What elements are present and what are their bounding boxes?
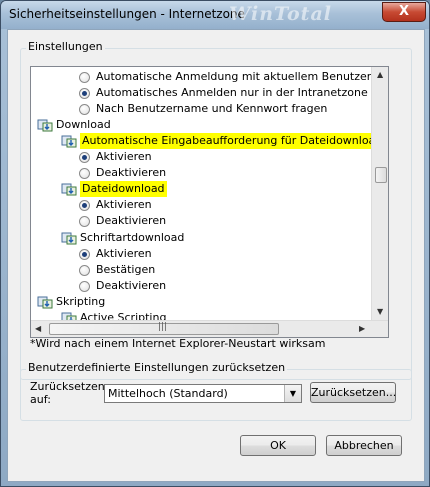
radio-label: Aktivieren bbox=[96, 150, 152, 164]
radio-label: Automatische Anmeldung mit aktuellem Ben… bbox=[96, 70, 389, 83]
horizontal-scrollbar[interactable]: ◀ ||| ▶ bbox=[31, 320, 388, 337]
radio-button[interactable] bbox=[79, 200, 90, 212]
ok-button[interactable]: OK bbox=[240, 435, 316, 456]
download-setting-icon bbox=[61, 231, 77, 245]
category-label: Skripting bbox=[56, 294, 106, 308]
radio-button[interactable] bbox=[79, 264, 90, 276]
reset-group-label: Benutzerdefinierte Einstellungen zurücks… bbox=[26, 361, 288, 374]
reset-to-label-line2: auf: bbox=[30, 393, 51, 406]
radio-label: Aktivieren bbox=[96, 246, 152, 260]
settings-group-label: Einstellungen bbox=[26, 40, 105, 53]
category-label: Download bbox=[56, 118, 111, 132]
radio-label: Deaktivieren bbox=[96, 278, 167, 292]
radio-button[interactable] bbox=[79, 104, 90, 116]
scroll-up-arrow-icon[interactable]: ▲ bbox=[377, 70, 383, 79]
vertical-scroll-thumb[interactable] bbox=[375, 167, 387, 183]
scroll-right-arrow-icon[interactable]: ▶ bbox=[359, 324, 365, 333]
title-bar[interactable]: Sicherheitseinstellungen - Internetzone … bbox=[1, 1, 429, 29]
reset-to-label-line1: Zurücksetzen bbox=[30, 380, 105, 393]
setting-label: Dateidownload bbox=[80, 181, 167, 198]
radio-button[interactable] bbox=[79, 280, 90, 292]
watermark-logo: WinTotal bbox=[229, 3, 332, 25]
radio-button[interactable] bbox=[79, 248, 90, 260]
chevron-down-icon[interactable]: ▼ bbox=[284, 385, 301, 402]
setting-label: Schriftartdownload bbox=[80, 230, 185, 244]
radio-label: Nach Benutzername und Kennwort fragen bbox=[96, 102, 328, 116]
restart-note: *Wird nach einem Internet Explorer-Neust… bbox=[30, 337, 326, 350]
radio-label: Bestätigen bbox=[96, 262, 156, 276]
radio-button[interactable] bbox=[79, 88, 90, 100]
reset-to-label: Zurücksetzen auf: bbox=[30, 380, 105, 406]
radio-button[interactable] bbox=[79, 216, 90, 228]
security-level-select[interactable]: Mittelhoch (Standard) ▼ bbox=[104, 384, 302, 403]
dialog-window: Sicherheitseinstellungen - Internetzone … bbox=[0, 0, 430, 487]
radio-label: Aktivieren bbox=[96, 198, 152, 212]
dialog-client-area: Einstellungen Automatische Anmeldung mit… bbox=[7, 29, 425, 482]
scroll-down-arrow-icon[interactable]: ▼ bbox=[377, 307, 383, 316]
scroll-grip-icon: ||| bbox=[158, 322, 168, 332]
setting-label: Automatische Eingabeaufforderung für Dat… bbox=[80, 133, 389, 150]
radio-button[interactable] bbox=[79, 168, 90, 180]
security-level-value: Mittelhoch (Standard) bbox=[108, 387, 228, 400]
download-setting-icon bbox=[61, 182, 77, 196]
settings-tree[interactable]: Automatische Anmeldung mit aktuellem Ben… bbox=[30, 66, 389, 338]
scroll-left-arrow-icon[interactable]: ◀ bbox=[35, 324, 41, 333]
reset-button[interactable]: Zurücksetzen... bbox=[310, 382, 396, 403]
download-category-icon bbox=[37, 295, 53, 309]
radio-label: Automatisches Anmelden nur in der Intran… bbox=[96, 86, 368, 100]
horizontal-scroll-thumb[interactable]: ||| bbox=[49, 322, 279, 335]
radio-label: Deaktivieren bbox=[96, 214, 167, 228]
cancel-button[interactable]: Abbrechen bbox=[326, 435, 402, 456]
radio-button[interactable] bbox=[79, 152, 90, 164]
window-title: Sicherheitseinstellungen - Internetzone bbox=[9, 7, 245, 21]
close-button[interactable]: X bbox=[382, 2, 426, 22]
download-category-icon bbox=[37, 118, 53, 132]
radio-label: Deaktivieren bbox=[96, 166, 167, 180]
radio-button[interactable] bbox=[79, 72, 90, 83]
download-setting-icon bbox=[61, 134, 77, 148]
vertical-scrollbar[interactable]: ▲ ▼ bbox=[371, 67, 388, 320]
